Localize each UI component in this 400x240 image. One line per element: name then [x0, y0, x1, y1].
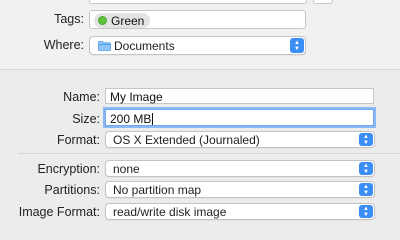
format-popup[interactable]: OS X Extended (Journaled) ▲ ▼ — [105, 131, 375, 148]
where-value: Documents — [114, 38, 175, 53]
panel-separator — [0, 69, 400, 70]
tags-field[interactable]: Green — [89, 10, 306, 29]
name-value: My Image — [110, 90, 163, 104]
tags-label: Tags: — [54, 12, 84, 26]
popup-arrows-icon: ▲ ▼ — [290, 38, 304, 53]
size-value: 200 MB — [110, 112, 152, 126]
format-label: Format: — [56, 133, 100, 147]
expand-button[interactable] — [313, 0, 333, 4]
popup-arrows-icon: ▲ ▼ — [359, 162, 373, 175]
save-location-panel: Tags: Green Where: Documents ▲ ▼ — [0, 0, 400, 70]
partitions-label: Partitions: — [44, 183, 100, 197]
section-divider — [18, 153, 400, 154]
popup-arrows-icon: ▲ ▼ — [359, 183, 373, 196]
encryption-popup[interactable]: none ▲ ▼ — [105, 160, 375, 177]
partitions-popup[interactable]: No partition map ▲ ▼ — [105, 181, 375, 198]
format-value: OS X Extended (Journaled) — [113, 132, 260, 147]
image-format-popup[interactable]: read/write disk image ▲ ▼ — [105, 203, 375, 220]
image-format-value: read/write disk image — [113, 204, 227, 219]
image-format-label: Image Format: — [18, 205, 100, 219]
where-popup[interactable]: Documents ▲ ▼ — [89, 36, 306, 55]
size-input[interactable]: 200 MB — [105, 109, 374, 126]
tag-name: Green — [111, 13, 145, 28]
partitions-value: No partition map — [113, 182, 202, 197]
name-input[interactable]: My Image — [105, 88, 374, 104]
tag-token[interactable]: Green — [94, 13, 151, 28]
where-label: Where: — [43, 38, 84, 52]
folder-icon — [98, 40, 111, 51]
popup-arrows-icon: ▲ ▼ — [359, 205, 373, 218]
green-tag-dot-icon — [98, 16, 107, 25]
size-label: Size: — [72, 112, 100, 126]
encryption-label: Encryption: — [37, 162, 100, 176]
encryption-value: none — [113, 161, 140, 176]
text-caret — [152, 113, 154, 125]
popup-arrows-icon: ▲ ▼ — [359, 133, 373, 146]
name-label: Name: — [63, 90, 100, 104]
save-as-field[interactable] — [89, 0, 307, 4]
